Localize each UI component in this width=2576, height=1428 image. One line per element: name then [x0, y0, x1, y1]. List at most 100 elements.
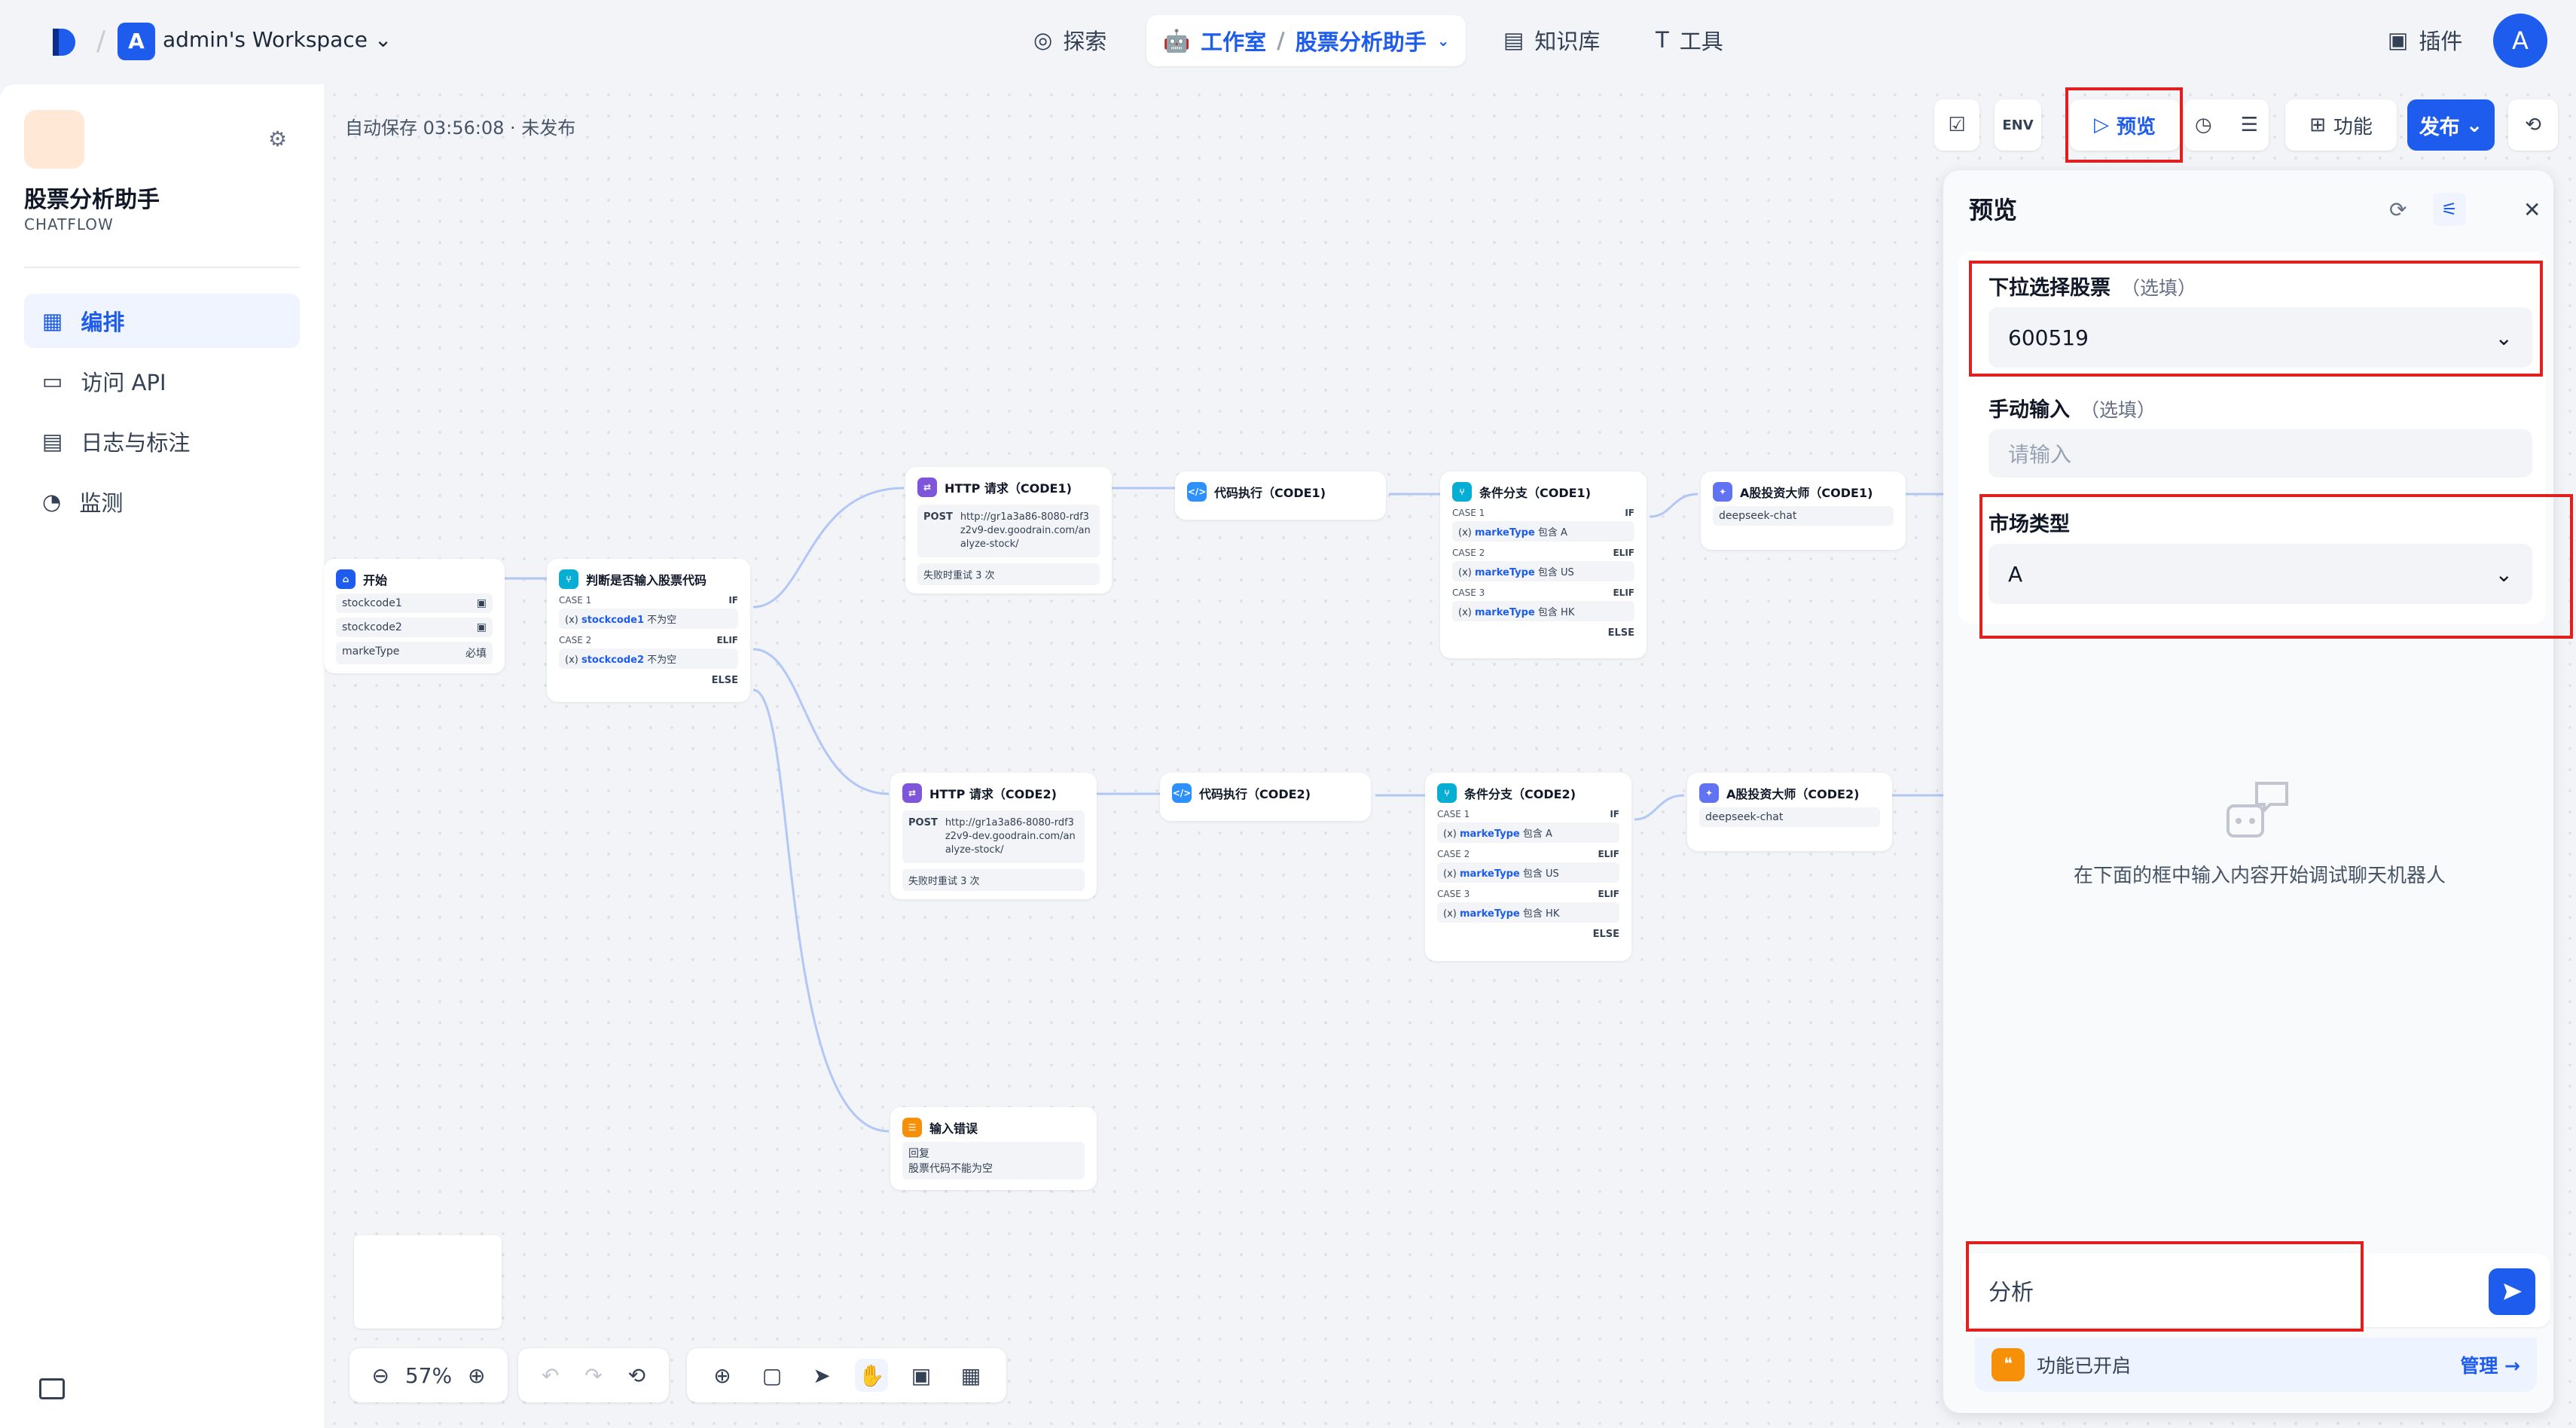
history-run-icon[interactable]: ◷ — [2195, 114, 2212, 136]
select-value: 600519 — [2008, 325, 2089, 350]
workspace-avatar[interactable]: A — [118, 23, 155, 60]
hand-icon[interactable]: ✋ — [855, 1359, 888, 1392]
redo-icon[interactable]: ↷ — [577, 1359, 610, 1392]
market-type-select[interactable]: A ⌄ — [1988, 544, 2532, 604]
code-icon: </> — [1172, 783, 1192, 803]
nav-app-name[interactable]: 股票分析助手 — [1296, 25, 1427, 56]
nav-knowledge[interactable]: ▤ 知识库 — [1503, 24, 1600, 56]
breadcrumb-separator: / — [1277, 28, 1285, 53]
nav-explore-label: 探索 — [1063, 29, 1107, 54]
send-button[interactable] — [2489, 1268, 2535, 1315]
node-judge[interactable]: ⑂ 判断是否输入股票代码 CASE 1 IF (x) stockcode1 不为空 … — [547, 559, 750, 702]
gauge-icon: ◔ — [42, 489, 62, 514]
add-node-icon[interactable]: ⊕ — [706, 1359, 739, 1392]
sidebar-item-label: 监测 — [79, 490, 124, 516]
features-button[interactable]: ⊞ 功能 — [2285, 99, 2397, 151]
request-url: POST http://gr1a3a86-8080-rdf3z2v9-dev.go… — [902, 810, 1085, 863]
condition-op: 不为空 — [647, 654, 677, 666]
play-icon: ▷ — [2093, 114, 2109, 136]
checklist-icon[interactable]: ☑ — [1934, 99, 1979, 151]
copy-icon: ▣ — [476, 621, 487, 633]
chevron-down-icon: ⌄ — [1436, 32, 1450, 50]
workspace-selector[interactable]: admin's Workspace ⌄ — [163, 27, 392, 52]
else-label: ELSE — [711, 675, 738, 686]
breadcrumb-separator: / — [96, 26, 106, 56]
zoom-out-icon[interactable]: ⊖ — [364, 1359, 397, 1392]
dify-logo[interactable] — [50, 26, 80, 59]
stock-select[interactable]: 600519 ⌄ — [1988, 307, 2532, 368]
zoom-level[interactable]: 57% — [405, 1363, 452, 1388]
restart-icon[interactable]: ⟳ — [2389, 197, 2407, 222]
settings-sliders-icon[interactable]: ⚙ — [268, 127, 287, 151]
history-icon[interactable]: ⟲ — [620, 1359, 653, 1392]
variable-name: stockcode1 — [342, 597, 402, 609]
condition-op: 包含 — [1522, 908, 1543, 920]
manage-link[interactable]: 管理 → — [2460, 1351, 2520, 1378]
zoom-in-icon[interactable]: ⊕ — [460, 1359, 493, 1392]
answer-icon: ☰ — [902, 1118, 922, 1137]
chat-input-value: 分析 — [1988, 1280, 2034, 1306]
branch-icon: ⑂ — [559, 569, 578, 589]
user-avatar[interactable]: A — [2493, 14, 2547, 68]
sidebar-item-monitor[interactable]: ◔ 监测 — [24, 474, 300, 529]
export-image-icon[interactable]: ▣ — [905, 1359, 938, 1392]
manual-input-field[interactable]: 请输入 — [1988, 429, 2532, 478]
field-label-text: 市场类型 — [1988, 513, 2070, 536]
node-code1[interactable]: </> 代码执行（CODE1) — [1175, 471, 1386, 520]
node-title: 代码执行（CODE2) — [1199, 787, 1311, 801]
app-type: CHATFLOW — [24, 215, 114, 233]
chat-input[interactable]: 分析 — [1961, 1253, 2550, 1327]
add-note-icon[interactable]: ▢ — [755, 1359, 789, 1392]
case-label: CASE 1 — [1437, 809, 1470, 819]
minimap[interactable] — [354, 1235, 502, 1329]
condition-var: markeType — [1459, 828, 1520, 840]
node-input-error[interactable]: ☰ 输入错误 回复 股票代码不能为空 — [890, 1107, 1097, 1190]
nav-explore[interactable]: ◎ 探索 — [1033, 24, 1106, 56]
organize-icon[interactable]: ▦ — [954, 1359, 987, 1392]
condition-op: 包含 — [1522, 828, 1543, 840]
sidebar-item-api[interactable]: ▭ 访问 API — [24, 354, 300, 408]
node-branch1[interactable]: ⑂ 条件分支（CODE1) CASE 1 IF (x) markeType 包含 A… — [1440, 471, 1647, 658]
checklist-icon[interactable]: ☰ — [2241, 114, 2258, 136]
nav-studio[interactable]: 🤖 工作室 / 股票分析助手 ⌄ — [1146, 15, 1466, 66]
case-label: CASE 2 — [1437, 849, 1470, 859]
version-history-icon[interactable]: ⟲ — [2508, 99, 2558, 151]
pointer-icon[interactable]: ➤ — [805, 1359, 838, 1392]
node-http1[interactable]: ⇄ HTTP 请求（CODE1) POST http://gr1a3a86-8080… — [905, 467, 1112, 593]
code-icon: </> — [1187, 482, 1207, 502]
undo-icon[interactable]: ↶ — [534, 1359, 567, 1392]
plugins-button[interactable]: ▣ 插件 — [2388, 24, 2462, 56]
field-stock-select-label: 下拉选择股票 （选填） — [1988, 271, 2196, 301]
condition-var: markeType — [1459, 868, 1520, 880]
http-method: POST — [923, 511, 953, 523]
features-label: 功能 — [2333, 115, 2373, 139]
condition-value: US — [1546, 868, 1559, 880]
preview-button[interactable]: ▷ 预览 — [2070, 99, 2180, 151]
node-code2[interactable]: </> 代码执行（CODE2) — [1160, 773, 1371, 821]
retry-text: 失败时重试 3 次 — [902, 869, 1085, 891]
node-title: A股投资大师（CODE1) — [1740, 486, 1873, 500]
condition-row: (x) stockcode2 不为空 — [559, 648, 738, 669]
url-text: http://gr1a3a86-8080-rdf3z2v9-dev.goodra… — [960, 511, 1091, 550]
sidebar-item-orchestrate[interactable]: ▦ 编排 — [24, 294, 300, 348]
history-controls: ↶ ↷ ⟲ — [518, 1348, 669, 1402]
tool-icon: T — [1656, 27, 1669, 53]
node-title: 条件分支（CODE2) — [1464, 787, 1576, 801]
publish-button[interactable]: 发布 ⌄ — [2407, 99, 2495, 151]
close-icon[interactable]: ✕ — [2523, 197, 2541, 222]
node-llm1[interactable]: ✦ A股投资大师（CODE1) deepseek-chat — [1701, 471, 1906, 550]
variables-sliders-icon[interactable]: ⚟ — [2433, 193, 2466, 226]
feature-status-bar: ❝ 功能已开启 管理 → — [1975, 1338, 2537, 1392]
sidebar-item-logs[interactable]: ▤ 日志与标注 — [24, 414, 300, 468]
terminal-icon: ▭ — [42, 368, 63, 394]
node-branch2[interactable]: ⑂ 条件分支（CODE2) CASE 1 IF (x) markeType 包含 A… — [1425, 773, 1631, 961]
node-http2[interactable]: ⇄ HTTP 请求（CODE2) POST http://gr1a3a86-8080… — [890, 773, 1097, 899]
collapse-sidebar-icon[interactable] — [39, 1378, 65, 1399]
sidebar-item-label: 日志与标注 — [81, 430, 191, 456]
nav-tools[interactable]: T 工具 — [1656, 24, 1723, 56]
if-label: IF — [1625, 508, 1634, 518]
env-button[interactable]: ENV — [1995, 99, 2041, 151]
node-start[interactable]: ⌂ 开始 stockcode1 ▣ stockcode2 ▣ markeType 必填 — [324, 559, 505, 673]
node-llm2[interactable]: ✦ A股投资大师（CODE2) deepseek-chat — [1687, 773, 1892, 851]
condition-value: A — [1561, 527, 1567, 539]
